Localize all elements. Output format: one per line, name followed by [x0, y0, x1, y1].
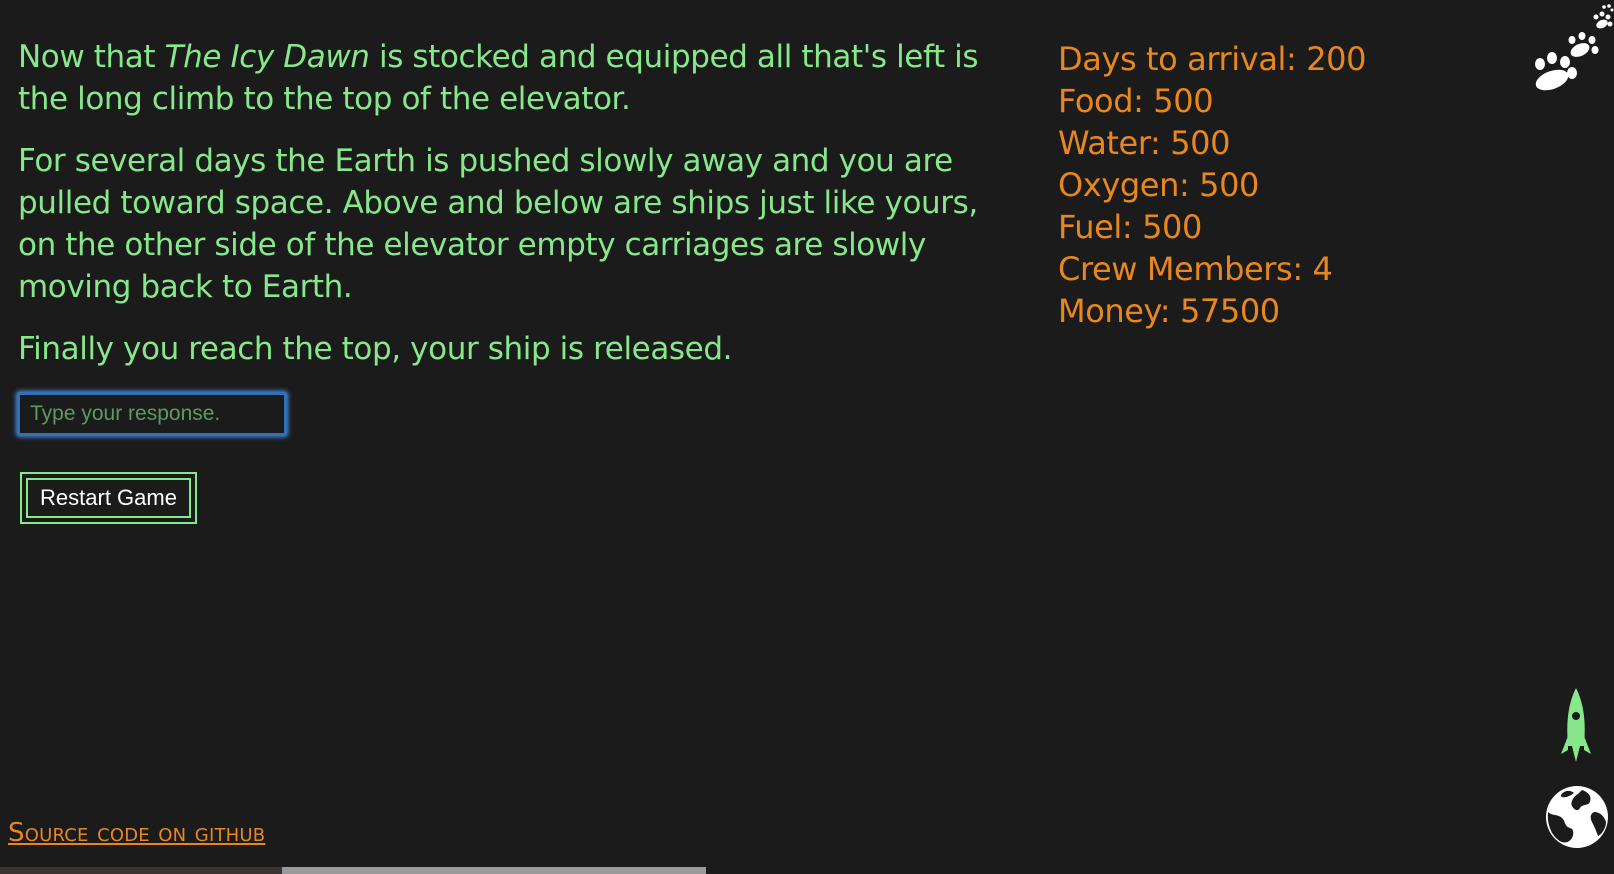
stat-water: Water: 500 [1058, 124, 1231, 162]
stat-label: Crew Members [1058, 250, 1293, 288]
source-code-link[interactable]: Source code on github [8, 818, 265, 848]
stat-label: Food [1058, 82, 1134, 120]
paw-prints-icon [1535, 4, 1614, 91]
story-paragraph-2: For several days the Earth is pushed slo… [18, 143, 978, 305]
strip-segment [0, 867, 282, 874]
restart-game-button[interactable]: Restart Game [20, 472, 197, 524]
stat-oxygen: Oxygen: 500 [1058, 166, 1259, 204]
restart-game-label: Restart Game [26, 478, 191, 518]
ship-stats-panel: Days to arrival: 200 Food: 500 Water: 50… [1058, 38, 1366, 332]
stat-crew-members: Crew Members: 4 [1058, 250, 1333, 288]
stat-value: 500 [1142, 208, 1202, 246]
rocket-icon [1561, 688, 1591, 762]
stat-value: 500 [1170, 124, 1231, 162]
stat-label: Water [1058, 124, 1151, 162]
ship-name: The Icy Dawn [164, 39, 370, 75]
stat-label: Fuel [1058, 208, 1122, 246]
stat-label: Days to arrival [1058, 40, 1287, 78]
stat-label: Oxygen [1058, 166, 1179, 204]
story-text: Now that The Icy Dawn is stocked and equ… [18, 36, 1018, 390]
stat-food: Food: 500 [1058, 82, 1214, 120]
bottom-strip [0, 867, 1614, 874]
stat-value: 4 [1312, 250, 1333, 288]
stat-value: 500 [1199, 166, 1259, 204]
stat-fuel: Fuel: 500 [1058, 208, 1202, 246]
stat-money: Money: 57500 [1058, 292, 1280, 330]
strip-segment [282, 867, 706, 874]
stat-label: Money [1058, 292, 1160, 330]
response-input[interactable] [17, 392, 287, 436]
globe-icon [1546, 786, 1608, 848]
stat-value: 57500 [1179, 292, 1280, 330]
stat-days-to-arrival: Days to arrival: 200 [1058, 40, 1367, 78]
story-paragraph-3: Finally you reach the top, your ship is … [18, 331, 733, 367]
story-paragraph-1: Now that The Icy Dawn is stocked and equ… [18, 36, 1018, 120]
stat-value: 200 [1306, 40, 1367, 78]
story-text-segment: Now that [18, 39, 165, 75]
stat-value: 500 [1153, 82, 1214, 120]
